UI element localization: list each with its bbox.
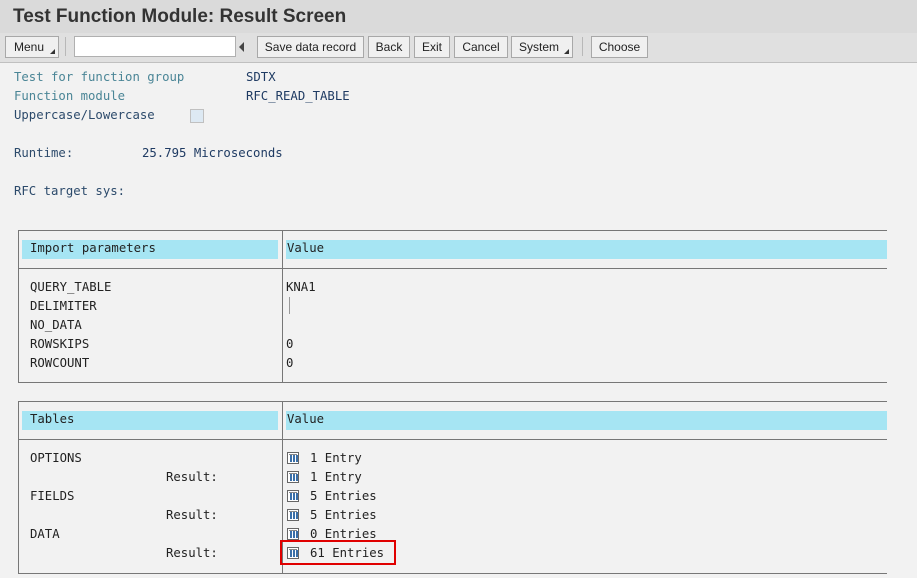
function-module-value: RFC_READ_TABLE (246, 89, 350, 103)
tables-header: Tables (22, 411, 278, 430)
tables-panel: Tables Value OPTIONS 1 Entry Result: 1 E… (18, 401, 887, 574)
function-module-label: Function module (14, 89, 126, 103)
system-button-label: System (518, 40, 559, 54)
table-name: FIELDS (30, 489, 75, 503)
back-button[interactable]: Back (368, 36, 410, 58)
function-group-label: Test for function group (14, 70, 185, 84)
import-params-header-label: Import parameters (30, 241, 156, 255)
choose-button[interactable]: Choose (591, 36, 648, 58)
page-title: Test Function Module: Result Screen (13, 6, 347, 27)
table-entries[interactable]: 1 Entry (310, 470, 362, 484)
runtime-label: Runtime: (14, 146, 74, 160)
tables-value-header-label: Value (287, 412, 325, 426)
dropdown-indicator-icon (564, 49, 569, 54)
runtime-value: 25.795 Microseconds (142, 146, 283, 160)
import-params-header: Import parameters (22, 240, 278, 259)
import-value-header-label: Value (287, 241, 325, 255)
param-name: QUERY_TABLE (30, 280, 112, 294)
table-entries[interactable]: 5 Entries (310, 508, 377, 522)
header-divider (19, 268, 887, 269)
result-label: Result: (166, 508, 218, 522)
table-entries[interactable]: 1 Entry (310, 451, 362, 465)
function-group-value: SDTX (246, 70, 276, 84)
column-divider (282, 231, 283, 382)
param-name: NO_DATA (30, 318, 82, 332)
table-icon[interactable] (287, 528, 299, 540)
case-sensitivity-label: Uppercase/Lowercase (14, 108, 155, 122)
table-entries[interactable]: 0 Entries (310, 527, 377, 541)
table-icon[interactable] (287, 490, 299, 502)
highlight-box (280, 540, 396, 565)
table-icon[interactable] (287, 471, 299, 483)
table-name: OPTIONS (30, 451, 82, 465)
collapse-arrow-icon[interactable] (239, 42, 244, 52)
rfc-target-label: RFC target sys: (14, 184, 126, 198)
table-icon[interactable] (287, 452, 299, 464)
header-divider (19, 439, 887, 440)
param-value[interactable]: 0 (286, 356, 293, 370)
save-data-record-button[interactable]: Save data record (257, 36, 364, 58)
import-value-header: Value (286, 240, 887, 259)
table-icon[interactable] (287, 509, 299, 521)
toolbar: Menu Save data record Back Exit Cancel S… (0, 33, 917, 63)
param-name: DELIMITER (30, 299, 97, 313)
param-value[interactable]: KNA1 (286, 280, 316, 294)
import-parameters-panel: Import parameters Value QUERY_TABLE KNA1… (18, 230, 887, 383)
table-name: DATA (30, 527, 60, 541)
system-button[interactable]: System (511, 36, 573, 58)
toolbar-separator (582, 37, 583, 56)
table-entries[interactable]: 5 Entries (310, 489, 377, 503)
case-sensitivity-checkbox[interactable] (190, 109, 204, 123)
dropdown-indicator-icon (50, 49, 55, 54)
menu-button[interactable]: Menu (5, 36, 59, 58)
command-field[interactable] (74, 36, 236, 57)
title-bar: Test Function Module: Result Screen (0, 0, 917, 33)
cancel-button[interactable]: Cancel (454, 36, 508, 58)
toolbar-separator (65, 37, 66, 56)
delimiter-value[interactable] (289, 297, 290, 314)
exit-button[interactable]: Exit (414, 36, 450, 58)
param-name: ROWCOUNT (30, 356, 90, 370)
result-label: Result: (166, 470, 218, 484)
menu-button-label: Menu (13, 40, 45, 54)
tables-header-label: Tables (30, 412, 75, 426)
param-value[interactable]: 0 (286, 337, 293, 351)
param-name: ROWSKIPS (30, 337, 90, 351)
tables-value-header: Value (286, 411, 887, 430)
result-label: Result: (166, 546, 218, 560)
